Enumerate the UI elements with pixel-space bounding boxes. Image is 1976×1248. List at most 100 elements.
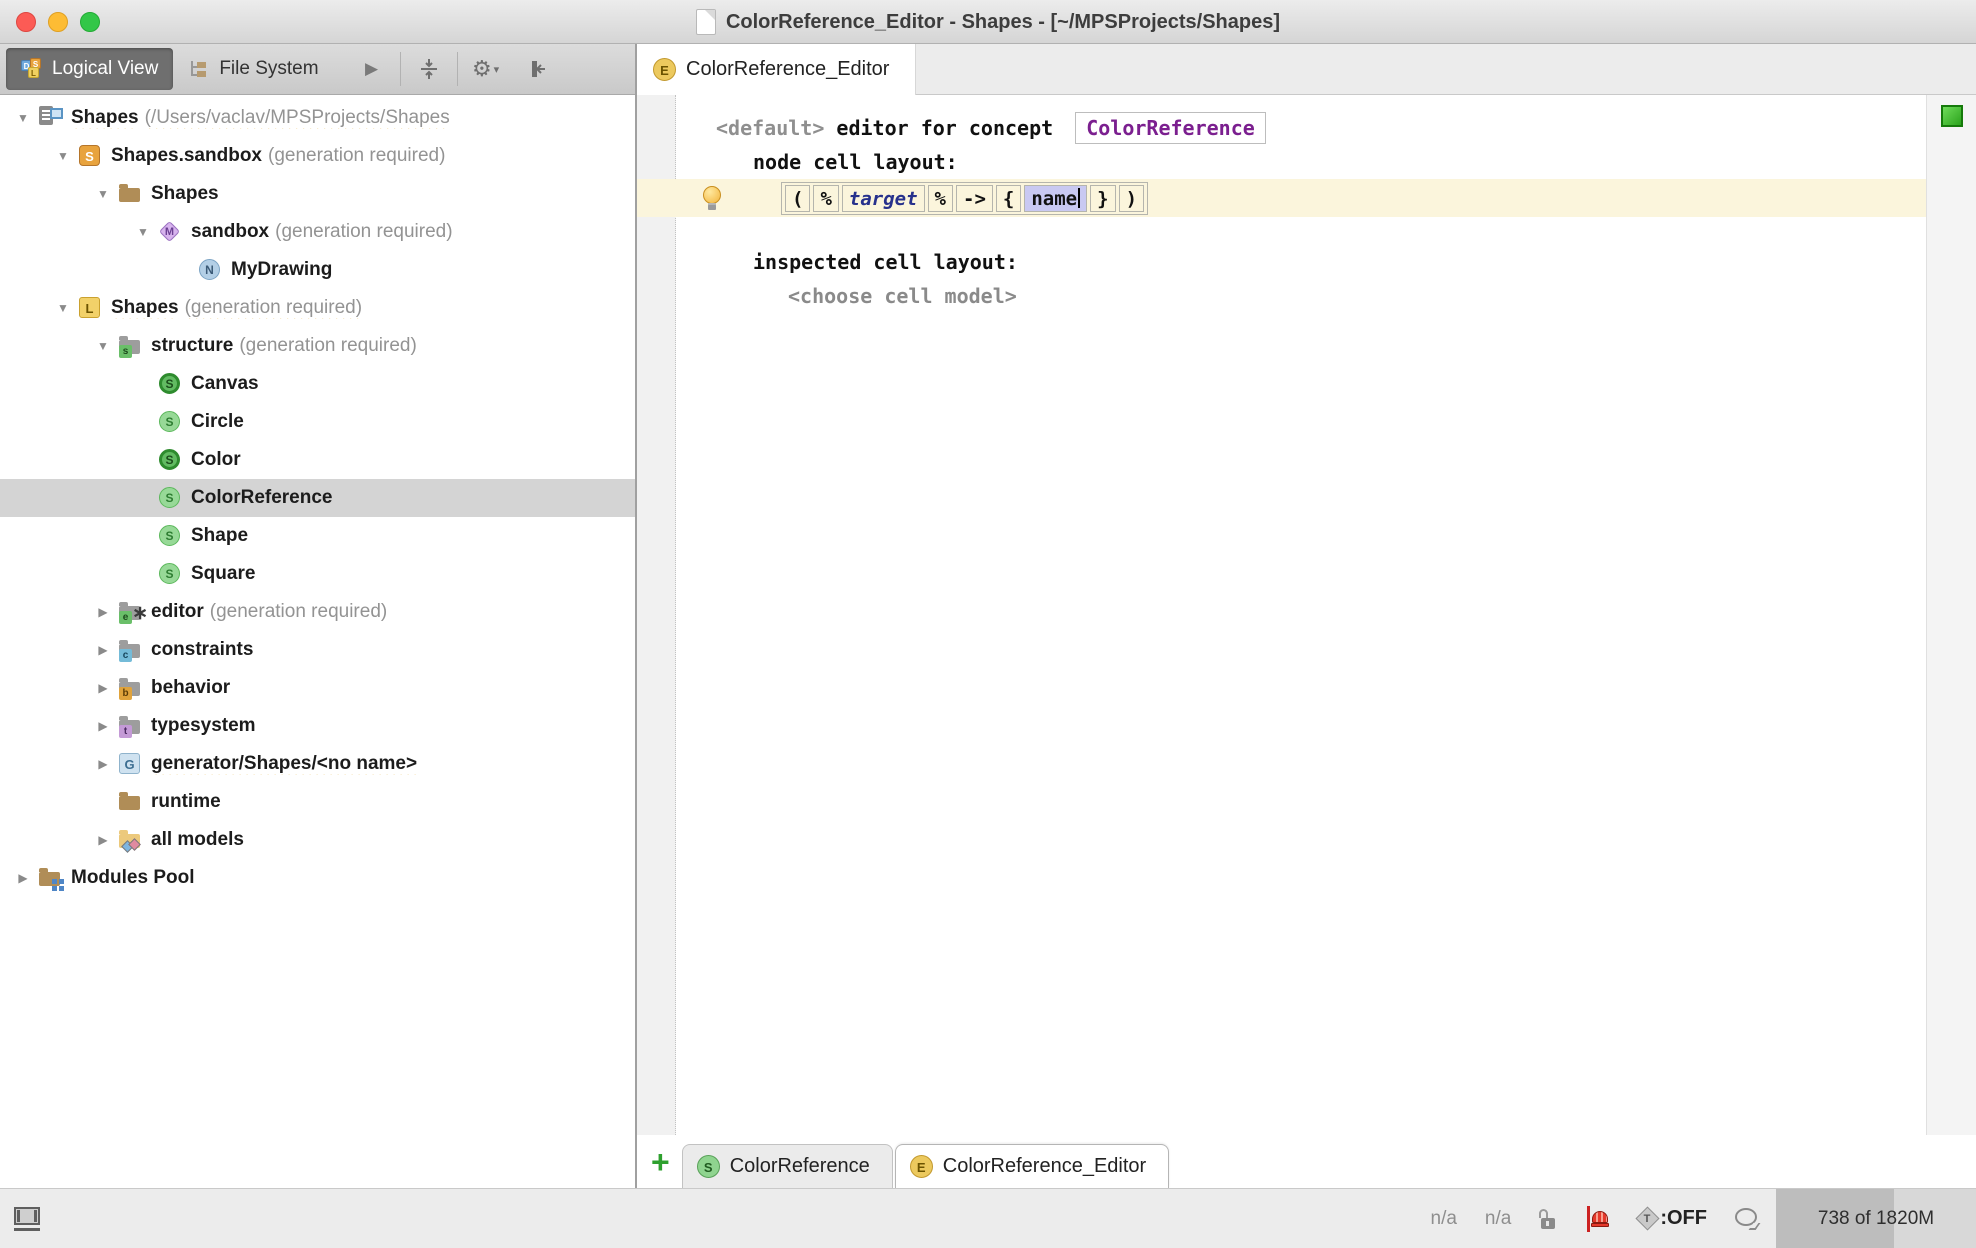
editor-for-concept-keyword: editor for concept xyxy=(836,116,1053,140)
migration-alert-icon[interactable] xyxy=(1585,1206,1611,1232)
tab-logical-view[interactable]: DSL Logical View xyxy=(6,48,173,90)
aspect-tab-colorreference-editor[interactable]: EColorReference_Editor xyxy=(895,1144,1169,1188)
editor-cell-[interactable]: ( xyxy=(785,185,810,212)
editor-cell-target[interactable]: target xyxy=(842,185,925,212)
collapse-all-icon[interactable] xyxy=(405,44,453,94)
model-icon: M xyxy=(158,220,183,244)
memory-indicator[interactable]: 738 of 1820M xyxy=(1776,1189,1976,1248)
chevron-right-icon[interactable]: ▶ xyxy=(88,719,118,733)
tree-item-generator-shapes-no-name-[interactable]: ▶Ggenerator/Shapes/<no name> xyxy=(0,745,635,783)
toolwindow-toggle-icon[interactable] xyxy=(14,1207,42,1231)
text-caret xyxy=(1078,188,1080,208)
tree-item-structure[interactable]: ▼sstructure(generation required) xyxy=(0,327,635,365)
generator-icon: G xyxy=(118,752,143,776)
editor-cell-[interactable]: ) xyxy=(1119,185,1144,212)
event-log-icon[interactable] xyxy=(1735,1208,1760,1230)
tree-item-suffix: (generation required) xyxy=(210,601,387,622)
chevron-down-icon[interactable]: ▼ xyxy=(48,149,78,163)
project-toolbar: DSL Logical View File System ▶ xyxy=(0,44,635,95)
tree-item-label: runtime xyxy=(151,791,221,813)
tree-item-shapes[interactable]: ▼LShapes(generation required) xyxy=(0,289,635,327)
editor-cell-name[interactable]: name xyxy=(1024,185,1087,212)
cell-layout-row[interactable]: (%target%->{name}) xyxy=(637,179,1926,217)
concept-reference[interactable]: ColorReference xyxy=(1075,112,1266,144)
concept-root-icon: S xyxy=(158,372,183,396)
inspection-ok-indicator[interactable] xyxy=(1941,105,1963,127)
tree-item-constraints[interactable]: ▶cconstraints xyxy=(0,631,635,669)
tree-item-sandbox[interactable]: ▼Msandbox(generation required) xyxy=(0,213,635,251)
typesystem-status[interactable]: T :OFF xyxy=(1639,1207,1707,1230)
chevron-right-icon[interactable]: ▶ xyxy=(88,757,118,771)
tree-item-behavior[interactable]: ▶bbehavior xyxy=(0,669,635,707)
concept-icon: S xyxy=(158,524,183,548)
tree-item-label: Canvas xyxy=(191,373,259,395)
editor-tab-label: ColorReference_Editor xyxy=(686,58,889,81)
settings-icon[interactable]: ⚙▾ xyxy=(462,44,510,94)
tree-item-editor[interactable]: ▶e∗editor(generation required) xyxy=(0,593,635,631)
editor-cell-[interactable]: { xyxy=(996,185,1021,212)
editor-tab-colorreference-editor[interactable]: E ColorReference_Editor xyxy=(637,44,916,95)
project-icon xyxy=(38,106,63,130)
tree-item-shape[interactable]: SShape xyxy=(0,517,635,555)
editor-cell-[interactable]: } xyxy=(1090,185,1115,212)
play-icon[interactable]: ▶ xyxy=(348,44,396,94)
tree-item-canvas[interactable]: S Canvas xyxy=(0,365,635,403)
tree-item-suffix: (/Users/vaclav/MPSProjects/Shapes xyxy=(145,107,450,128)
chevron-right-icon[interactable]: ▶ xyxy=(88,605,118,619)
tree-item-shapes-sandbox[interactable]: ▼SShapes.sandbox(generation required) xyxy=(0,137,635,175)
chevron-down-icon[interactable]: ▼ xyxy=(128,225,158,239)
editor-panel: E ColorReference_Editor <default> editor… xyxy=(637,44,1976,1188)
tree-item-label: Shapes xyxy=(151,183,219,205)
tree-item-shapes[interactable]: ▼ Shapes xyxy=(0,175,635,213)
tree-item-color[interactable]: SColor xyxy=(0,441,635,479)
behavior-folder-icon: b xyxy=(118,676,143,700)
chevron-right-icon[interactable]: ▶ xyxy=(8,871,38,885)
structure-folder-icon: s xyxy=(118,334,143,358)
folder-icon xyxy=(118,790,143,814)
tree-item-square[interactable]: SSquare xyxy=(0,555,635,593)
typesystem-state-label: :OFF xyxy=(1660,1207,1707,1230)
title-bar: ColorReference_Editor - Shapes - [~/MPSP… xyxy=(0,0,1976,44)
editor-cell-[interactable]: % xyxy=(928,185,953,212)
choose-cell-model-placeholder[interactable]: <choose cell model> xyxy=(788,279,1926,313)
unlock-icon[interactable] xyxy=(1539,1209,1557,1229)
concept-icon: S xyxy=(158,410,183,434)
chevron-down-icon[interactable]: ▼ xyxy=(88,187,118,201)
editor-header-line[interactable]: <default> editor for concept ColorRefere… xyxy=(716,111,1926,145)
tree-item-typesystem[interactable]: ▶ttypesystem xyxy=(0,707,635,745)
project-tree: ▼Shapes(/Users/vaclav/MPSProjects/Shapes… xyxy=(0,95,635,1188)
cell-collection[interactable]: (%target%->{name}) xyxy=(781,182,1148,215)
aspect-tab-label: ColorReference xyxy=(730,1155,870,1178)
chevron-right-icon[interactable]: ▶ xyxy=(88,643,118,657)
memory-label: 738 of 1820M xyxy=(1776,1189,1976,1248)
tab-file-system[interactable]: File System xyxy=(173,48,333,90)
tree-item-suffix: (generation required) xyxy=(268,145,445,166)
logical-view-icon: DSL xyxy=(21,58,43,80)
tree-item-all-models[interactable]: ▶ all models xyxy=(0,821,635,859)
intention-bulb-icon[interactable] xyxy=(701,186,723,210)
chevron-right-icon[interactable]: ▶ xyxy=(88,833,118,847)
editor-cell-[interactable]: -> xyxy=(956,185,993,212)
chevron-down-icon[interactable]: ▼ xyxy=(88,339,118,353)
inspected-cell-layout-label: inspected cell layout: xyxy=(753,245,1926,279)
tree-item-mydrawing[interactable]: NMyDrawing xyxy=(0,251,635,289)
tree-item-shapes[interactable]: ▼Shapes(/Users/vaclav/MPSProjects/Shapes xyxy=(0,99,635,137)
aspect-tab-colorreference[interactable]: SColorReference xyxy=(682,1144,893,1188)
tree-item-circle[interactable]: SCircle xyxy=(0,403,635,441)
chevron-down-icon[interactable]: ▼ xyxy=(8,111,38,125)
editor-body[interactable]: <default> editor for concept ColorRefere… xyxy=(637,95,1976,1135)
tree-item-label: all models xyxy=(151,829,244,851)
chevron-down-icon[interactable]: ▼ xyxy=(48,301,78,315)
document-icon xyxy=(696,9,716,35)
hide-panel-icon[interactable] xyxy=(510,44,558,94)
tree-item-modules-pool[interactable]: ▶Modules Pool xyxy=(0,859,635,897)
chevron-right-icon[interactable]: ▶ xyxy=(88,681,118,695)
node-icon: N xyxy=(198,258,223,282)
editor-cell-[interactable]: % xyxy=(813,185,838,212)
editor-aspect-icon: E xyxy=(910,1155,933,1178)
tree-item-runtime[interactable]: runtime xyxy=(0,783,635,821)
tree-item-label: Color xyxy=(191,449,241,471)
tree-item-colorreference[interactable]: SColorReference xyxy=(0,479,635,517)
editor-gutter xyxy=(637,95,676,1135)
add-aspect-icon[interactable]: + xyxy=(645,1140,682,1188)
